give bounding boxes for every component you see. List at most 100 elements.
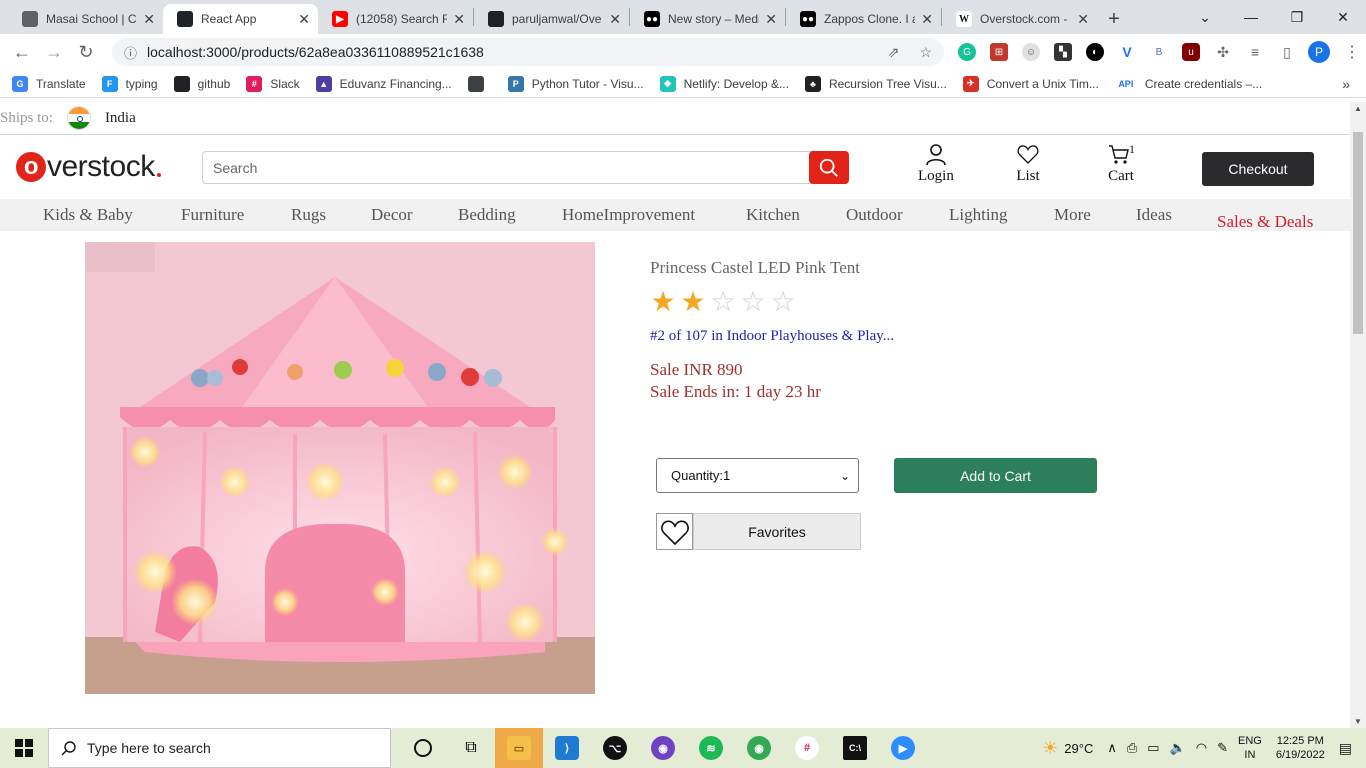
grammarly-extension-icon[interactable]: G: [958, 43, 976, 61]
overstock-logo[interactable]: o verstock: [16, 150, 161, 184]
tab-close-icon[interactable]: ✕: [609, 11, 621, 28]
reading-list-icon[interactable]: ≡: [1246, 43, 1264, 61]
bookmark-item[interactable]: ♣ Recursion Tree Visu...: [804, 75, 947, 92]
tab-close-icon[interactable]: ✕: [143, 11, 155, 28]
favorite-heart-button[interactable]: [656, 513, 693, 550]
cortana-icon[interactable]: [399, 728, 447, 768]
tab-close-icon[interactable]: ✕: [298, 11, 310, 28]
browser-tab[interactable]: ▶ (12058) Search Fil ✕: [318, 4, 473, 34]
tab-close-icon[interactable]: ✕: [921, 11, 933, 28]
category-link[interactable]: Ideas: [1136, 205, 1172, 225]
quantity-select[interactable]: Quantity:1 ⌄: [656, 458, 859, 493]
meet-now-icon[interactable]: ⎙: [1127, 740, 1137, 756]
side-panel-icon[interactable]: ▯: [1278, 43, 1296, 61]
star-filled-icon[interactable]: ★: [680, 288, 706, 316]
category-link[interactable]: Kitchen: [746, 205, 800, 225]
back-button[interactable]: ←: [6, 42, 38, 63]
category-link[interactable]: Lighting: [949, 205, 1008, 225]
volume-icon[interactable]: 🔈: [1170, 740, 1186, 756]
bookmark-item[interactable]: ▲ Eduvanz Financing...: [315, 75, 452, 92]
category-link[interactable]: Decor: [371, 205, 413, 225]
bookmark-item[interactable]: github: [173, 75, 230, 92]
category-rank-link[interactable]: #2 of 107 in Indoor Playhouses & Play...: [650, 328, 894, 345]
bookmark-item[interactable]: API Create credentials –...: [1115, 76, 1262, 92]
browser-tab[interactable]: Masai School | Co ✕: [8, 4, 163, 34]
page-scrollbar[interactable]: ▲ ▼: [1350, 102, 1366, 728]
category-link[interactable]: HomeImprovement: [562, 205, 695, 225]
tab-close-icon[interactable]: ✕: [1077, 11, 1089, 28]
bookmark-item[interactable]: G Translate: [12, 75, 86, 92]
new-tab-button[interactable]: +: [1097, 4, 1131, 34]
bookmark-item[interactable]: P Python Tutor - Visu...: [507, 75, 644, 92]
star-empty-icon[interactable]: ☆: [740, 288, 766, 316]
terminal-icon[interactable]: C:\: [831, 728, 879, 768]
extension-icon[interactable]: ▚: [1054, 43, 1072, 61]
scrollbar-thumb[interactable]: [1353, 132, 1363, 334]
bookmark-item[interactable]: ✈ Convert a Unix Tim...: [962, 75, 1099, 92]
task-view-icon[interactable]: ⧉: [447, 728, 495, 768]
profile-avatar[interactable]: P: [1308, 41, 1330, 63]
favorites-button[interactable]: Favorites: [693, 513, 861, 550]
extension-icon[interactable]: V: [1118, 43, 1136, 61]
file-explorer-icon[interactable]: ▭: [495, 728, 543, 768]
more-bookmarks-icon[interactable]: »: [1342, 76, 1350, 92]
taskbar-search-box[interactable]: Type here to search: [48, 728, 391, 768]
product-image[interactable]: [85, 242, 595, 694]
star-filled-icon[interactable]: ★: [650, 288, 676, 316]
bookmark-item[interactable]: # Slack: [246, 75, 300, 92]
category-link[interactable]: Kids & Baby: [43, 205, 133, 225]
ships-to-country[interactable]: India: [105, 110, 136, 127]
search-button[interactable]: [809, 151, 849, 184]
login-link[interactable]: Login: [918, 142, 954, 185]
share-icon[interactable]: ⇗: [888, 44, 900, 61]
extensions-puzzle-icon[interactable]: ✣: [1214, 43, 1232, 61]
extension-icon[interactable]: ☺: [1022, 43, 1040, 61]
url-field[interactable]: ⓘ localhost:3000/products/62a8ea03361108…: [112, 38, 944, 66]
search-input[interactable]: [203, 159, 809, 176]
bookmark-star-icon[interactable]: ☆: [919, 44, 932, 61]
close-window-button[interactable]: ✕: [1320, 0, 1366, 34]
category-link[interactable]: Furniture: [181, 205, 244, 225]
category-link[interactable]: Sales & Deals: [1217, 211, 1313, 233]
reload-button[interactable]: ↻: [70, 42, 102, 63]
wifi-icon[interactable]: ◠: [1196, 740, 1207, 756]
list-link[interactable]: List: [1016, 142, 1040, 185]
minimize-button[interactable]: —: [1228, 0, 1274, 34]
bookmark-item[interactable]: [467, 75, 492, 92]
browser-tab[interactable]: React App ✕: [163, 4, 318, 34]
chrome-profile-icon[interactable]: ◉: [735, 728, 783, 768]
extension-icon[interactable]: ⊞: [990, 43, 1008, 61]
battery-icon[interactable]: ▭: [1147, 740, 1159, 756]
india-flag-icon[interactable]: [66, 106, 91, 130]
extension-icon[interactable]: B: [1150, 43, 1168, 61]
ublock-extension-icon[interactable]: u: [1182, 43, 1200, 61]
browser-tab[interactable]: ●● New story – Medi ✕: [630, 4, 785, 34]
tab-close-icon[interactable]: ✕: [765, 11, 777, 28]
category-link[interactable]: Rugs: [291, 205, 326, 225]
category-link[interactable]: More: [1054, 205, 1091, 225]
star-empty-icon[interactable]: ☆: [710, 288, 736, 316]
notification-icon[interactable]: ▤: [1339, 740, 1352, 757]
category-link[interactable]: Outdoor: [846, 205, 903, 225]
input-language[interactable]: ENG IN: [1238, 734, 1262, 762]
checkout-button[interactable]: Checkout: [1202, 152, 1314, 186]
tray-overflow-icon[interactable]: ∧: [1107, 740, 1117, 756]
spotify-icon[interactable]: ≋: [687, 728, 735, 768]
bookmark-item[interactable]: ◆ Netlify: Develop &...: [659, 75, 789, 92]
category-link[interactable]: Bedding: [458, 205, 516, 225]
browser-tab[interactable]: paruljamwal/Ove ✕: [474, 4, 629, 34]
zoom-icon[interactable]: ▶: [879, 728, 927, 768]
browser-tab[interactable]: W Overstock.com - ✕: [942, 4, 1097, 34]
slack-icon[interactable]: #: [783, 728, 831, 768]
site-info-icon[interactable]: ⓘ: [124, 43, 137, 62]
github-desktop-icon[interactable]: ⌥: [591, 728, 639, 768]
taskbar-clock[interactable]: 12:25 PM 6/19/2022: [1276, 734, 1325, 762]
tab-close-icon[interactable]: ✕: [453, 11, 465, 28]
chrome-menu-icon[interactable]: ⋮: [1344, 42, 1360, 62]
scroll-up-icon[interactable]: ▲: [1354, 104, 1362, 113]
chrome-icon[interactable]: ◉: [639, 728, 687, 768]
scroll-down-icon[interactable]: ▼: [1354, 717, 1362, 726]
vscode-icon[interactable]: ⟩: [543, 728, 591, 768]
add-to-cart-button[interactable]: Add to Cart: [894, 458, 1097, 493]
star-empty-icon[interactable]: ☆: [770, 288, 796, 316]
